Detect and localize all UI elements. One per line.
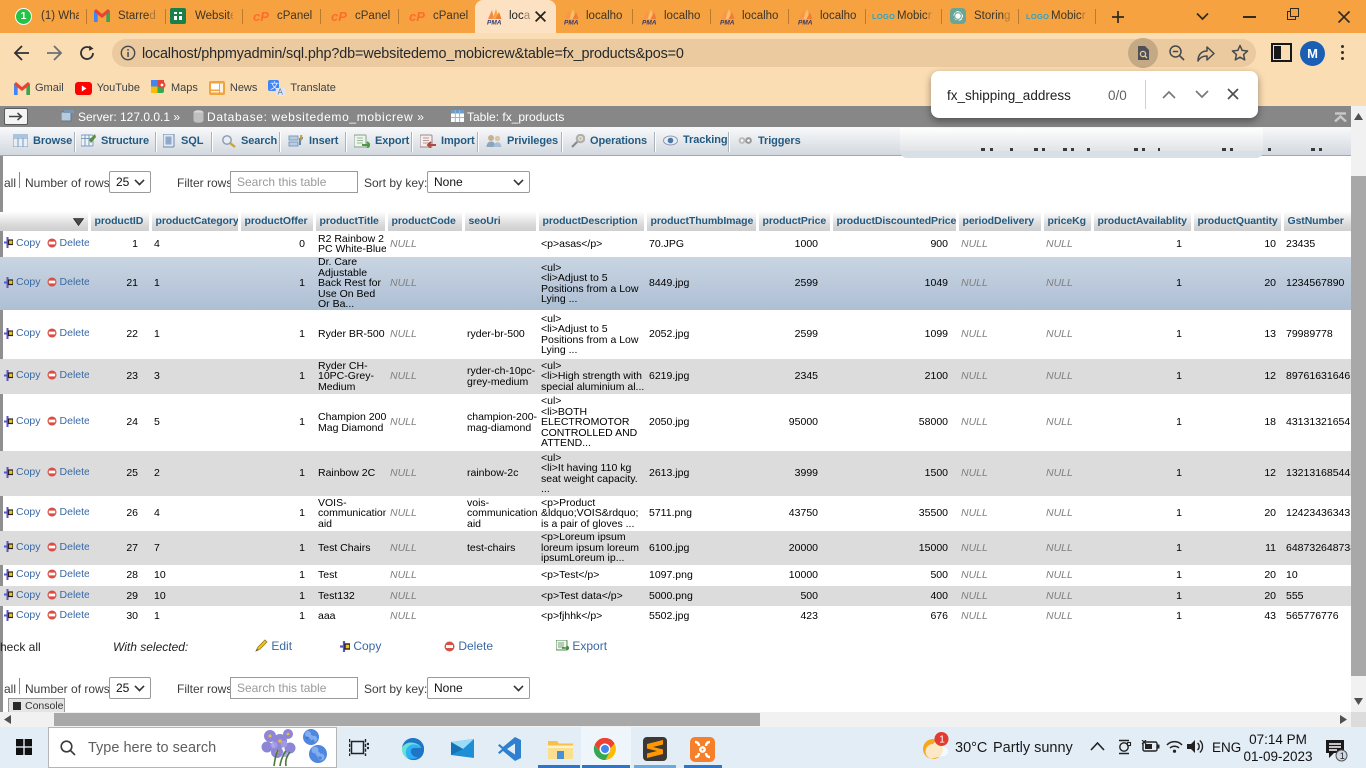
svg-text:PMA: PMA	[487, 20, 502, 26]
svg-text:PMA: PMA	[720, 20, 735, 26]
svg-text:A: A	[278, 88, 284, 97]
svg-text:PMA: PMA	[798, 20, 813, 26]
svg-text:1: 1	[939, 735, 945, 746]
svg-text:PMA: PMA	[564, 20, 579, 26]
svg-text:PMA: PMA	[642, 20, 657, 26]
svg-text:1: 1	[1340, 751, 1345, 761]
